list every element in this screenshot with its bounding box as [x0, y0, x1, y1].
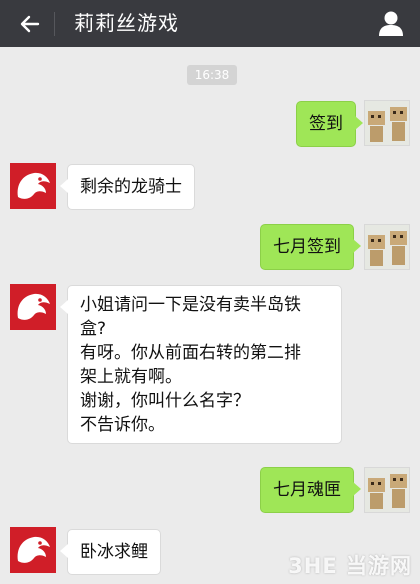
back-arrow-icon[interactable] [18, 12, 42, 36]
watermark: 3HE 当游网 [288, 554, 412, 578]
chat-title: 莉莉丝游戏 [74, 11, 179, 35]
message-bubble-received[interactable]: 卧冰求鲤 [60, 529, 161, 575]
danbo-figures-icon [368, 474, 407, 509]
top-bar: 莉莉丝游戏 [0, 0, 420, 47]
dragon-logo-icon [17, 536, 50, 563]
my-avatar[interactable] [364, 467, 410, 513]
contact-avatar[interactable] [10, 527, 56, 573]
message-bubble-received[interactable]: 剩余的龙骑士 [60, 164, 195, 210]
danbo-figures-icon [368, 231, 407, 266]
contact-avatar[interactable] [10, 163, 56, 209]
header-divider [54, 12, 55, 36]
dragon-logo-icon [17, 293, 50, 320]
message-bubble-sent[interactable]: 七月魂匣 [260, 467, 361, 513]
danbo-figures-icon [368, 107, 407, 142]
message-bubble-sent[interactable]: 七月签到 [260, 224, 361, 270]
contact-avatar[interactable] [10, 284, 56, 330]
person-icon[interactable] [376, 8, 406, 38]
message-bubble-sent[interactable]: 签到 [296, 101, 363, 147]
dragon-logo-icon [17, 172, 50, 199]
message-bubble-received[interactable]: 小姐请问一下是没有卖半岛铁 盒? 有呀。你从前面右转的第二排 架上就有啊。 谢谢… [60, 285, 342, 444]
time-divider: 16:38 [187, 65, 237, 85]
my-avatar[interactable] [364, 100, 410, 146]
my-avatar[interactable] [364, 224, 410, 270]
